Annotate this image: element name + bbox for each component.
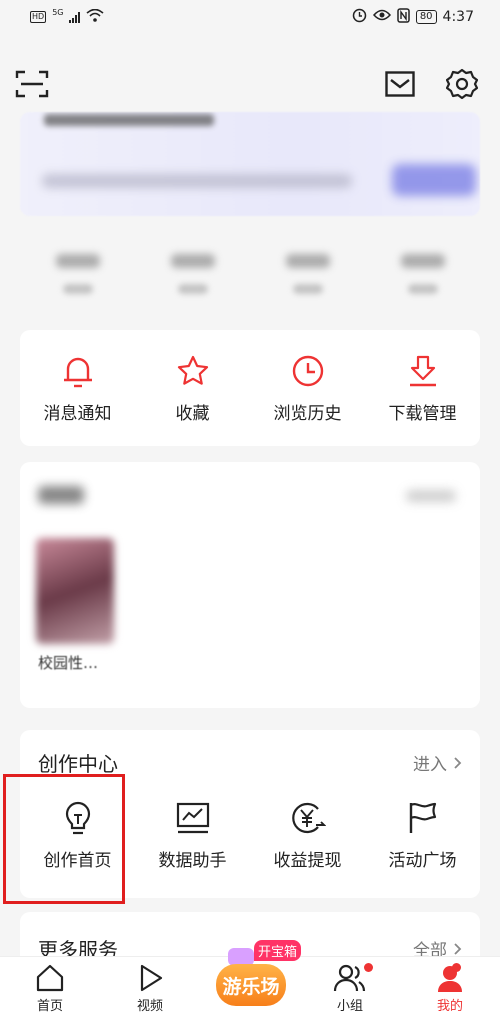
creation-item-label: 活动广场	[388, 851, 457, 871]
creation-center-enter-link[interactable]: 进入	[413, 750, 462, 775]
signal-icon	[69, 11, 81, 23]
chevron-right-icon	[454, 756, 462, 769]
alarm-icon	[352, 8, 367, 27]
membership-title	[44, 114, 214, 126]
battery-indicator: 80	[415, 10, 437, 24]
profile-stats	[20, 248, 480, 308]
history-card: 校园性…	[20, 462, 480, 708]
nav-home[interactable]: 首页	[15, 963, 85, 1014]
playground-button[interactable]: 游乐场 开宝箱	[210, 940, 302, 1010]
me-notification-dot	[452, 963, 461, 972]
flag-icon	[405, 800, 441, 836]
play-icon	[140, 964, 163, 992]
nfc-icon	[397, 7, 410, 27]
stat-item[interactable]	[163, 248, 223, 308]
creation-item-label: 收益提现	[273, 851, 342, 871]
enter-label: 进入	[413, 755, 447, 775]
top-bar	[0, 58, 500, 110]
download-icon	[405, 353, 441, 389]
playground-label: 游乐场	[216, 964, 286, 1006]
status-right: 80 4:37	[352, 7, 474, 27]
earnings-withdraw-button[interactable]: 收益提现	[253, 800, 363, 871]
history-item-caption[interactable]: 校园性…	[38, 652, 98, 673]
hd-badge: HD	[30, 11, 47, 23]
chart-icon	[175, 800, 211, 836]
nav-group[interactable]: 小组	[315, 963, 385, 1014]
group-icon	[333, 964, 366, 992]
quick-action-label: 收藏	[175, 403, 210, 424]
membership-button[interactable]	[392, 164, 476, 196]
nav-label: 首页	[36, 999, 63, 1014]
quick-action-history[interactable]: 浏览历史	[253, 353, 363, 424]
nav-label: 小组	[336, 999, 363, 1014]
clock-time: 4:37	[442, 9, 474, 25]
quick-action-notifications[interactable]: 消息通知	[23, 353, 133, 424]
quick-actions-card: 消息通知 收藏 浏览历史 下载管理	[20, 330, 480, 446]
chevron-right-icon	[454, 942, 462, 955]
nav-video[interactable]: 视频	[115, 963, 185, 1014]
nav-label: 视频	[136, 999, 163, 1014]
quick-action-label: 消息通知	[43, 403, 112, 424]
clock-icon	[290, 353, 326, 389]
gear-icon[interactable]	[444, 66, 480, 102]
status-left: HD 5G	[30, 7, 105, 26]
creation-item-label: 数据助手	[158, 851, 227, 871]
status-bar: HD 5G 80 4:37	[0, 0, 500, 34]
membership-card[interactable]	[20, 112, 480, 216]
bell-icon	[60, 353, 96, 389]
group-notification-dot	[364, 963, 373, 972]
history-more-link[interactable]	[406, 490, 456, 502]
network-type: 5G	[52, 7, 64, 17]
stat-item[interactable]	[393, 248, 453, 308]
data-assistant-button[interactable]: 数据助手	[138, 800, 248, 871]
quick-action-label: 浏览历史	[273, 403, 342, 424]
mail-icon[interactable]	[382, 66, 418, 102]
quick-action-downloads[interactable]: 下载管理	[368, 353, 478, 424]
yen-icon	[290, 800, 326, 836]
home-icon	[36, 964, 64, 992]
creation-center-title: 创作中心	[38, 752, 118, 776]
history-title	[38, 486, 84, 504]
treasure-box-tag: 开宝箱	[254, 940, 302, 961]
quick-action-favorites[interactable]: 收藏	[138, 353, 248, 424]
scan-icon[interactable]	[14, 66, 50, 102]
star-icon	[175, 353, 211, 389]
nav-label: 我的	[436, 999, 463, 1014]
membership-desc	[42, 174, 352, 188]
stat-item[interactable]	[278, 248, 338, 308]
quick-action-label: 下载管理	[388, 403, 457, 424]
nav-me[interactable]: 我的	[415, 963, 485, 1014]
eye-icon	[372, 9, 391, 25]
wifi-icon	[86, 8, 105, 26]
stat-item[interactable]	[48, 248, 108, 308]
event-plaza-button[interactable]: 活动广场	[368, 800, 478, 871]
history-thumbnail[interactable]	[36, 538, 114, 644]
highlight-box	[3, 774, 125, 904]
